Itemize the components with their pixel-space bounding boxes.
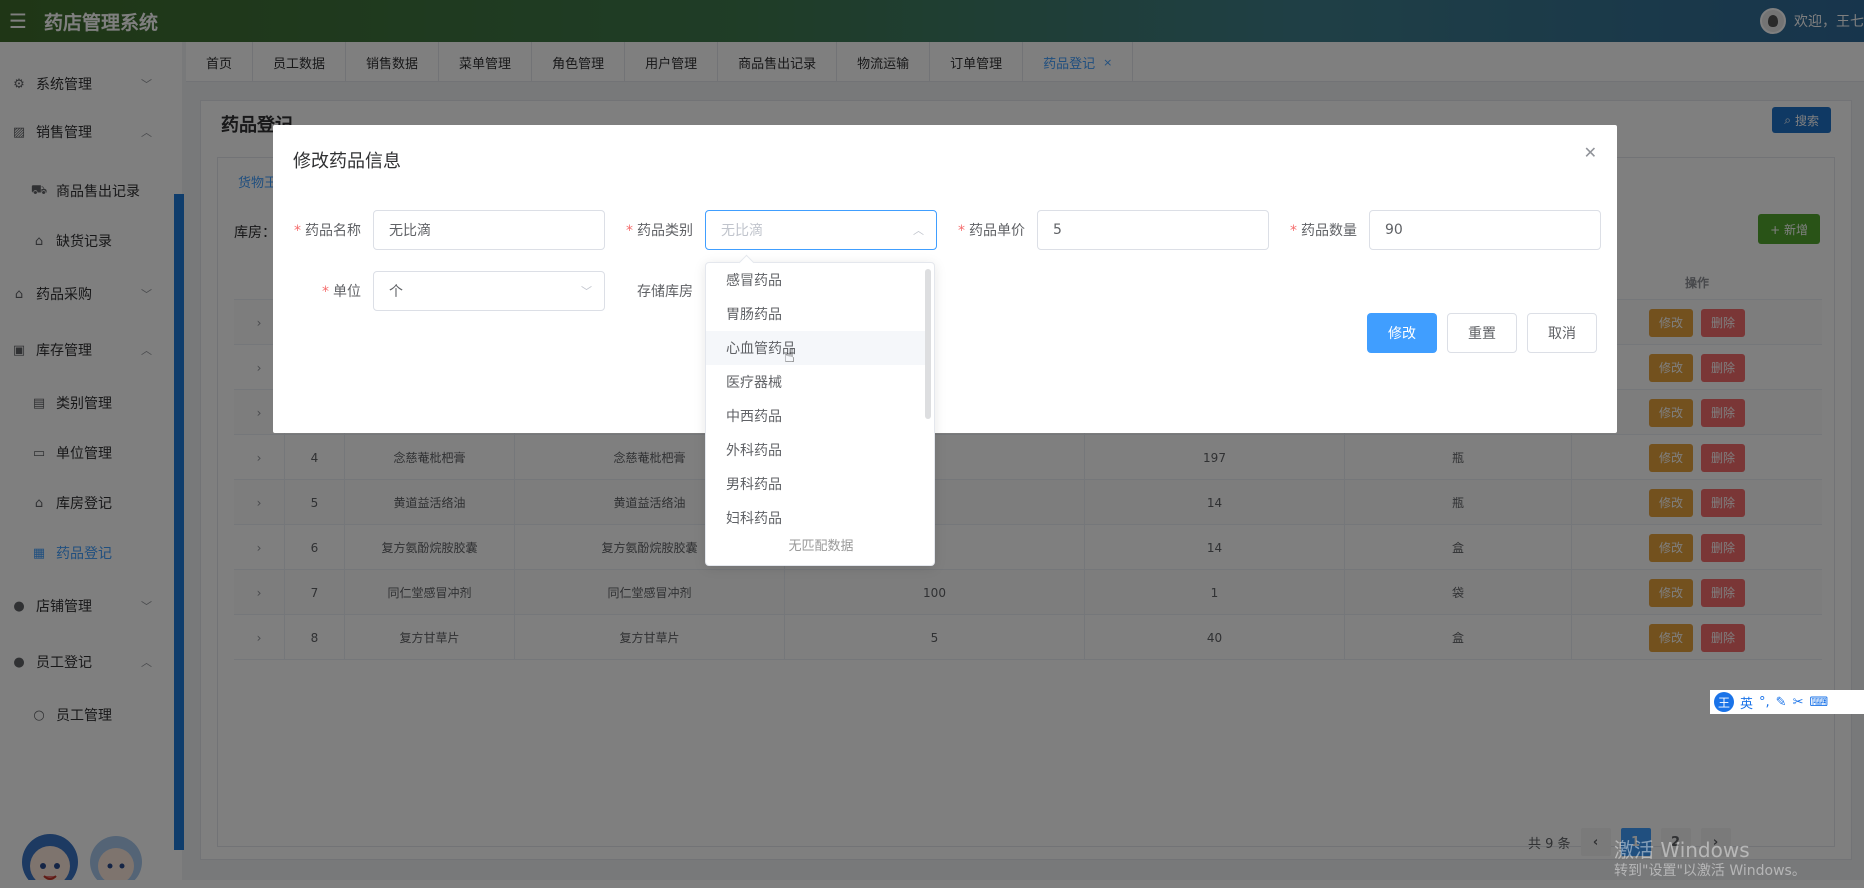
ime-toolbar[interactable]: 王 英 °, ✎ ✂ ⌨	[1710, 690, 1864, 714]
unit-field: * 单位 个 ﹀	[273, 271, 605, 311]
drug-price-input[interactable]: 5	[1037, 210, 1269, 250]
dropdown-option[interactable]: 外科药品	[706, 433, 930, 467]
ime-punct-icon[interactable]: °,	[1759, 695, 1770, 710]
reset-button[interactable]: 重置	[1447, 313, 1517, 353]
hand-cursor-icon: ☝	[784, 346, 795, 367]
dropdown-empty-text: 无匹配数据	[788, 539, 854, 554]
ime-mode[interactable]: 英	[1740, 693, 1753, 712]
chevron-down-icon: ﹀	[581, 285, 592, 298]
storage-field: 存储库房	[637, 284, 693, 300]
unit-select[interactable]: 个 ﹀	[373, 271, 605, 311]
keyboard-icon[interactable]: ⌨	[1809, 695, 1828, 710]
drug-qty-field: * 药品数量 90	[1269, 210, 1601, 250]
pen-icon[interactable]: ✎	[1776, 695, 1787, 710]
dropdown-option[interactable]: 妇科药品	[706, 501, 930, 535]
cancel-button[interactable]: 取消	[1527, 313, 1597, 353]
category-dropdown: 感冒药品 胃肠药品 心血管药品 医疗器械 中西药品 外科药品 男科药品 妇科药品…	[705, 262, 935, 566]
drug-price-field: * 药品单价 5	[937, 210, 1269, 250]
dropdown-option[interactable]: 胃肠药品	[706, 297, 930, 331]
edit-drug-dialog: 修改药品信息 ✕ * 药品名称 无比滴 * 药品类别 无比滴 ︿ * 药品单价 5 *…	[273, 125, 1617, 433]
scissors-icon[interactable]: ✂	[1793, 695, 1804, 710]
dropdown-option[interactable]: 中西药品	[706, 399, 930, 433]
drug-category-field: * 药品类别 无比滴 ︿	[605, 210, 937, 250]
windows-watermark-subtitle: 转到"设置"以激活 Windows。	[1614, 863, 1806, 879]
dropdown-option[interactable]: 医疗器械	[706, 365, 930, 399]
drug-qty-input[interactable]: 90	[1369, 210, 1601, 250]
drug-category-select[interactable]: 无比滴 ︿	[705, 210, 937, 250]
windows-watermark-title: 激活 Windows	[1614, 838, 1750, 862]
drug-name-input[interactable]: 无比滴	[373, 210, 605, 250]
drug-name-field: * 药品名称 无比滴	[273, 210, 605, 250]
dropdown-option[interactable]: 感冒药品	[706, 263, 930, 297]
dropdown-option[interactable]: 心血管药品	[706, 331, 930, 365]
close-icon[interactable]: ✕	[1584, 143, 1597, 162]
submit-button[interactable]: 修改	[1367, 313, 1437, 353]
dialog-title: 修改药品信息	[293, 151, 401, 172]
chevron-up-icon: ︿	[913, 224, 924, 237]
ime-logo: 王	[1714, 692, 1734, 712]
dropdown-scrollbar[interactable]	[925, 269, 931, 419]
dropdown-option[interactable]: 男科药品	[706, 467, 930, 501]
